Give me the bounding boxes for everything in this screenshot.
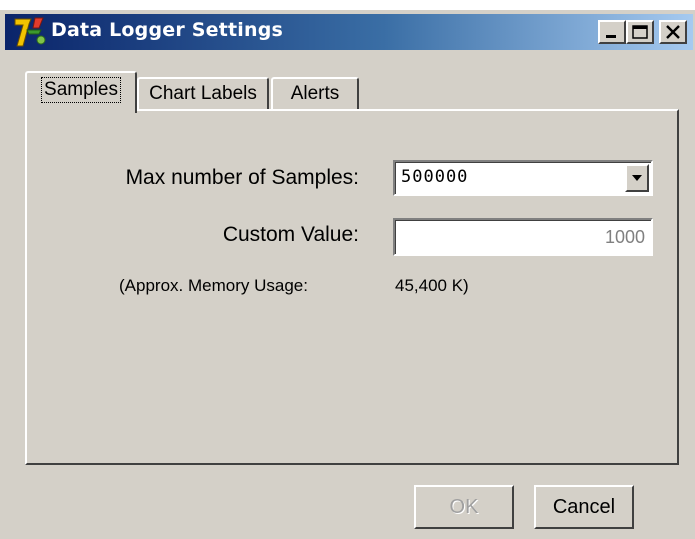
close-button[interactable]	[659, 20, 687, 44]
tab-samples-label: Samples	[41, 77, 121, 103]
custom-value-input[interactable]	[393, 218, 653, 256]
samples-panel: Max number of Samples: 500000 Custom Val…	[25, 109, 679, 465]
maximize-button[interactable]	[626, 20, 654, 44]
tab-samples[interactable]: Samples	[25, 71, 137, 113]
close-icon	[666, 25, 680, 39]
maximize-icon	[632, 25, 648, 39]
minimize-button[interactable]	[598, 20, 626, 44]
max-samples-select[interactable]: 500000	[393, 160, 653, 196]
dropdown-button[interactable]	[625, 164, 649, 192]
max-samples-value: 500000	[401, 167, 469, 187]
chevron-down-icon	[632, 175, 642, 181]
memory-usage-value: 45,400 K)	[395, 276, 469, 295]
max-samples-label: Max number of Samples:	[125, 166, 359, 189]
app-logo-icon	[13, 16, 47, 48]
minimize-icon	[606, 35, 616, 38]
tab-chart-labels[interactable]: Chart Labels	[137, 77, 269, 111]
tab-alerts-label: Alerts	[290, 83, 340, 104]
cancel-button[interactable]: Cancel	[534, 485, 634, 529]
title-bar[interactable]: Data Logger Settings	[5, 14, 693, 50]
memory-usage-label: (Approx. Memory Usage:	[119, 276, 308, 295]
custom-value-label: Custom Value:	[222, 223, 359, 246]
tab-alerts[interactable]: Alerts	[271, 77, 359, 111]
window-title: Data Logger Settings	[51, 19, 284, 41]
ok-button[interactable]: OK	[414, 485, 514, 529]
dialog-window: Data Logger Settings Samples Chart Label…	[0, 10, 695, 539]
tab-chart-labels-label: Chart Labels	[149, 83, 257, 104]
